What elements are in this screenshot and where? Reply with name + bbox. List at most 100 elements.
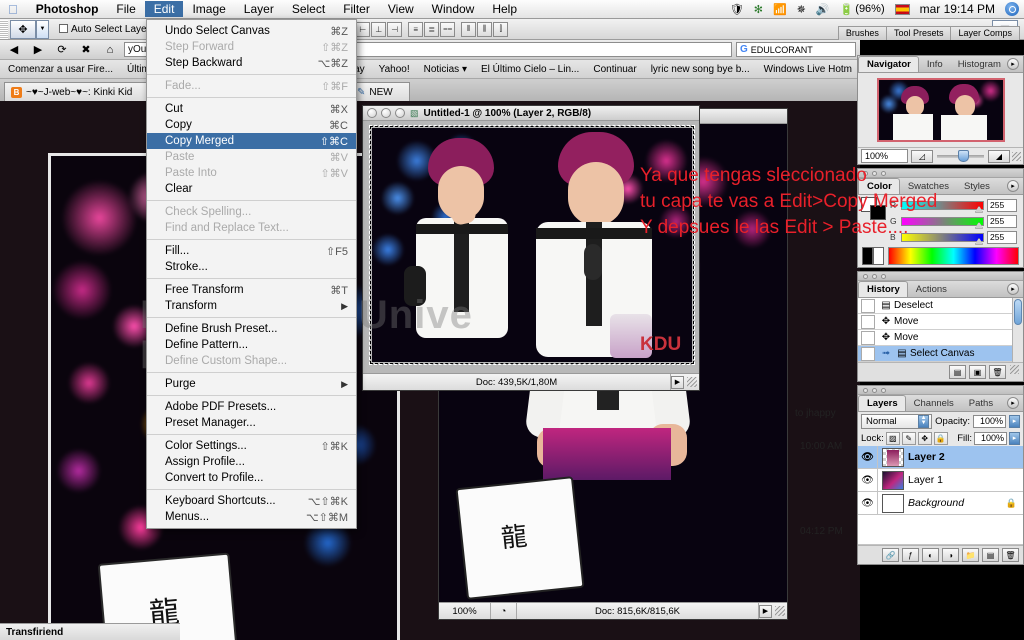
new-snapshot-icon[interactable]: ▣ bbox=[969, 365, 986, 379]
layers-empty-area[interactable] bbox=[858, 515, 1023, 545]
layers-tabs[interactable]: Layers Channels Paths ▸ bbox=[858, 395, 1023, 412]
dot-zoom[interactable] bbox=[881, 273, 886, 279]
bookmark-item[interactable]: Continuar bbox=[593, 64, 636, 75]
well-tab-brushes[interactable]: Brushes bbox=[837, 26, 887, 40]
menu-item[interactable]: Copy Merged ⇧⌘C bbox=[147, 133, 356, 149]
group-icon[interactable]: 📁 bbox=[962, 548, 979, 562]
history-scrollbar[interactable] bbox=[1012, 298, 1023, 362]
align-bottom-icon[interactable]: ⊥ bbox=[371, 21, 387, 37]
resize-grip[interactable] bbox=[1012, 151, 1021, 161]
tab-bar[interactable]: B ~♥~J-web~♥~: Kinki Kid hot... × ✎ NEW bbox=[0, 79, 860, 101]
palette-well[interactable]: Brushes Tool Presets Layer Comps bbox=[837, 19, 1024, 40]
lock-transparency-icon[interactable]: ▨ bbox=[885, 431, 900, 445]
reload-icon[interactable]: ⟳ bbox=[52, 42, 72, 58]
move-tool-icon[interactable]: ✥ bbox=[10, 19, 36, 39]
blend-mode-row[interactable]: Normal ▲ ▼ Opacity: 100% ▸ bbox=[858, 412, 1023, 430]
menu-item[interactable]: Purge ▶ bbox=[147, 376, 356, 392]
dot-zoom[interactable] bbox=[881, 387, 886, 393]
trash-icon[interactable]: 🗑 bbox=[1002, 548, 1019, 562]
status-menu-icon[interactable]: ▶ bbox=[671, 375, 684, 389]
history-state-selected[interactable]: ➟ ▤ Select Canvas bbox=[858, 346, 1023, 362]
document-titlebar[interactable]: ▧ Untitled-1 @ 100% (Layer 2, RGB/8) bbox=[363, 106, 699, 121]
document-status-bar[interactable]: Doc: 439,5K/1,80M ▶ bbox=[363, 373, 699, 390]
window-controls[interactable] bbox=[367, 108, 405, 118]
input-menu-flag-icon[interactable] bbox=[890, 3, 915, 15]
bookmark-item[interactable]: Comenzar a usar Fire... bbox=[8, 64, 113, 75]
zoom-icon[interactable] bbox=[395, 108, 405, 118]
adjustment-icon[interactable]: ◑ bbox=[942, 548, 959, 562]
history-state[interactable]: ✥ Move bbox=[858, 330, 1023, 346]
menu-edit[interactable]: Edit bbox=[144, 1, 184, 17]
layer-row[interactable]: 👁 Layer 2 bbox=[858, 446, 1023, 469]
new-layer-icon[interactable]: ▤ bbox=[982, 548, 999, 562]
well-tab-layer-comps[interactable]: Layer Comps bbox=[950, 26, 1020, 40]
layer-thumbnail[interactable] bbox=[882, 447, 904, 467]
menu-view[interactable]: View bbox=[379, 1, 423, 17]
search-field[interactable]: G EDULCORANT bbox=[736, 42, 856, 57]
tab-navigator[interactable]: Navigator bbox=[858, 56, 919, 72]
distribute-center-icon[interactable]: ≣ bbox=[424, 21, 440, 37]
layer-row[interactable]: 👁 Background 🔒 bbox=[858, 492, 1023, 515]
lock-row[interactable]: Lock: ▨ ✎ ✥ 🔒 Fill: 100% ▸ bbox=[858, 430, 1023, 446]
bookmark-item[interactable]: El Último Cielo – Lin... bbox=[481, 64, 579, 75]
stop-icon[interactable]: ✖ bbox=[76, 42, 96, 58]
menu-file[interactable]: File bbox=[107, 1, 144, 17]
battery-icon[interactable]: 🔋 (96%) bbox=[835, 3, 890, 16]
navigator-palette[interactable]: Navigator Info Histogram ▸ 100% ◿ ◢ bbox=[857, 55, 1024, 165]
history-state[interactable]: ▤ Deselect bbox=[858, 298, 1023, 314]
lock-image-icon[interactable]: ✎ bbox=[901, 431, 916, 445]
trash-icon[interactable]: 🗑 bbox=[989, 365, 1006, 379]
menu-window[interactable]: Window bbox=[423, 1, 484, 17]
zoom-level[interactable]: 100% bbox=[439, 603, 491, 619]
layer-name[interactable]: Background bbox=[908, 497, 964, 509]
bluetooth-icon[interactable]: ✵ bbox=[792, 3, 811, 16]
zoom-out-button[interactable]: ◿ bbox=[911, 149, 933, 163]
align-right-icon[interactable]: ⊣ bbox=[387, 21, 403, 37]
layers-palette[interactable]: Layers Channels Paths ▸ Normal ▲ ▼ Opacit… bbox=[857, 385, 1024, 565]
apple-icon[interactable]:  bbox=[0, 2, 27, 17]
layers-buttons[interactable]: 🔗 ƒ ◐ ◑ 📁 ▤ 🗑 bbox=[858, 545, 1023, 564]
menu-item[interactable]: Keyboard Shortcuts... ⌥⇧⌘K bbox=[147, 493, 356, 509]
distribute-left-icon[interactable]: ⫴ bbox=[461, 21, 477, 37]
proxy-icon[interactable]: ◔ bbox=[491, 603, 517, 619]
menu-filter[interactable]: Filter bbox=[334, 1, 379, 17]
menu-extra-shield-icon[interactable]: 🛡 bbox=[725, 3, 749, 16]
menu-item[interactable]: Step Backward ⌥⌘Z bbox=[147, 55, 356, 71]
palette-dock[interactable]: Navigator Info Histogram ▸ 100% ◿ ◢ Colo… bbox=[857, 55, 1024, 568]
menu-item[interactable]: Stroke... bbox=[147, 259, 356, 275]
tab-layers[interactable]: Layers bbox=[858, 395, 906, 411]
menu-item[interactable]: Adobe PDF Presets... bbox=[147, 399, 356, 415]
navigator-tabs[interactable]: Navigator Info Histogram ▸ bbox=[858, 56, 1023, 73]
align-group-2[interactable]: ≡ ≣ ⩵ bbox=[408, 21, 456, 37]
layer-name[interactable]: Layer 1 bbox=[908, 474, 943, 486]
dot-close[interactable] bbox=[863, 273, 868, 279]
menu-image[interactable]: Image bbox=[183, 1, 234, 17]
volume-icon[interactable]: 🔊 bbox=[811, 3, 835, 16]
menu-item[interactable]: Color Settings... ⇧⌘K bbox=[147, 438, 356, 454]
tab-info[interactable]: Info bbox=[919, 57, 950, 72]
browser-tab[interactable]: ✎ NEW bbox=[350, 82, 410, 101]
menu-item[interactable]: Assign Profile... bbox=[147, 454, 356, 470]
blend-mode-select[interactable]: Normal ▲ ▼ bbox=[861, 413, 933, 429]
bookmark-item[interactable]: Windows Live Hotm bbox=[764, 64, 852, 75]
menu-item[interactable]: Transform ▶ bbox=[147, 298, 356, 314]
auto-select-layer-option[interactable]: Auto Select Layer bbox=[59, 23, 150, 35]
distribute-top-icon[interactable]: ≡ bbox=[408, 21, 424, 37]
dot-close[interactable] bbox=[863, 387, 868, 393]
fx-icon[interactable]: ƒ bbox=[902, 548, 919, 562]
link-icon[interactable]: 🔗 bbox=[882, 548, 899, 562]
options-bar-grip[interactable] bbox=[0, 19, 8, 39]
align-vcenter-icon[interactable]: ⊢ bbox=[355, 21, 371, 37]
mac-menu-bar[interactable]:  Photoshop File Edit Image Layer Select… bbox=[0, 0, 1024, 19]
menu-item[interactable]: Menus... ⌥⇧⌘M bbox=[147, 509, 356, 525]
distribute-bottom-icon[interactable]: ⩵ bbox=[440, 21, 456, 37]
eye-icon[interactable]: 👁 bbox=[858, 492, 878, 514]
menu-item[interactable]: Preset Manager... bbox=[147, 415, 356, 431]
menu-item[interactable]: Define Brush Preset... bbox=[147, 321, 356, 337]
dot-minimize[interactable] bbox=[872, 273, 877, 279]
menu-item[interactable]: Clear bbox=[147, 181, 356, 197]
fill-input[interactable]: 100% bbox=[974, 431, 1007, 445]
menu-help[interactable]: Help bbox=[483, 1, 526, 17]
layer-thumbnail[interactable] bbox=[882, 493, 904, 513]
bookmark-item[interactable]: Yahoo! bbox=[379, 64, 410, 75]
